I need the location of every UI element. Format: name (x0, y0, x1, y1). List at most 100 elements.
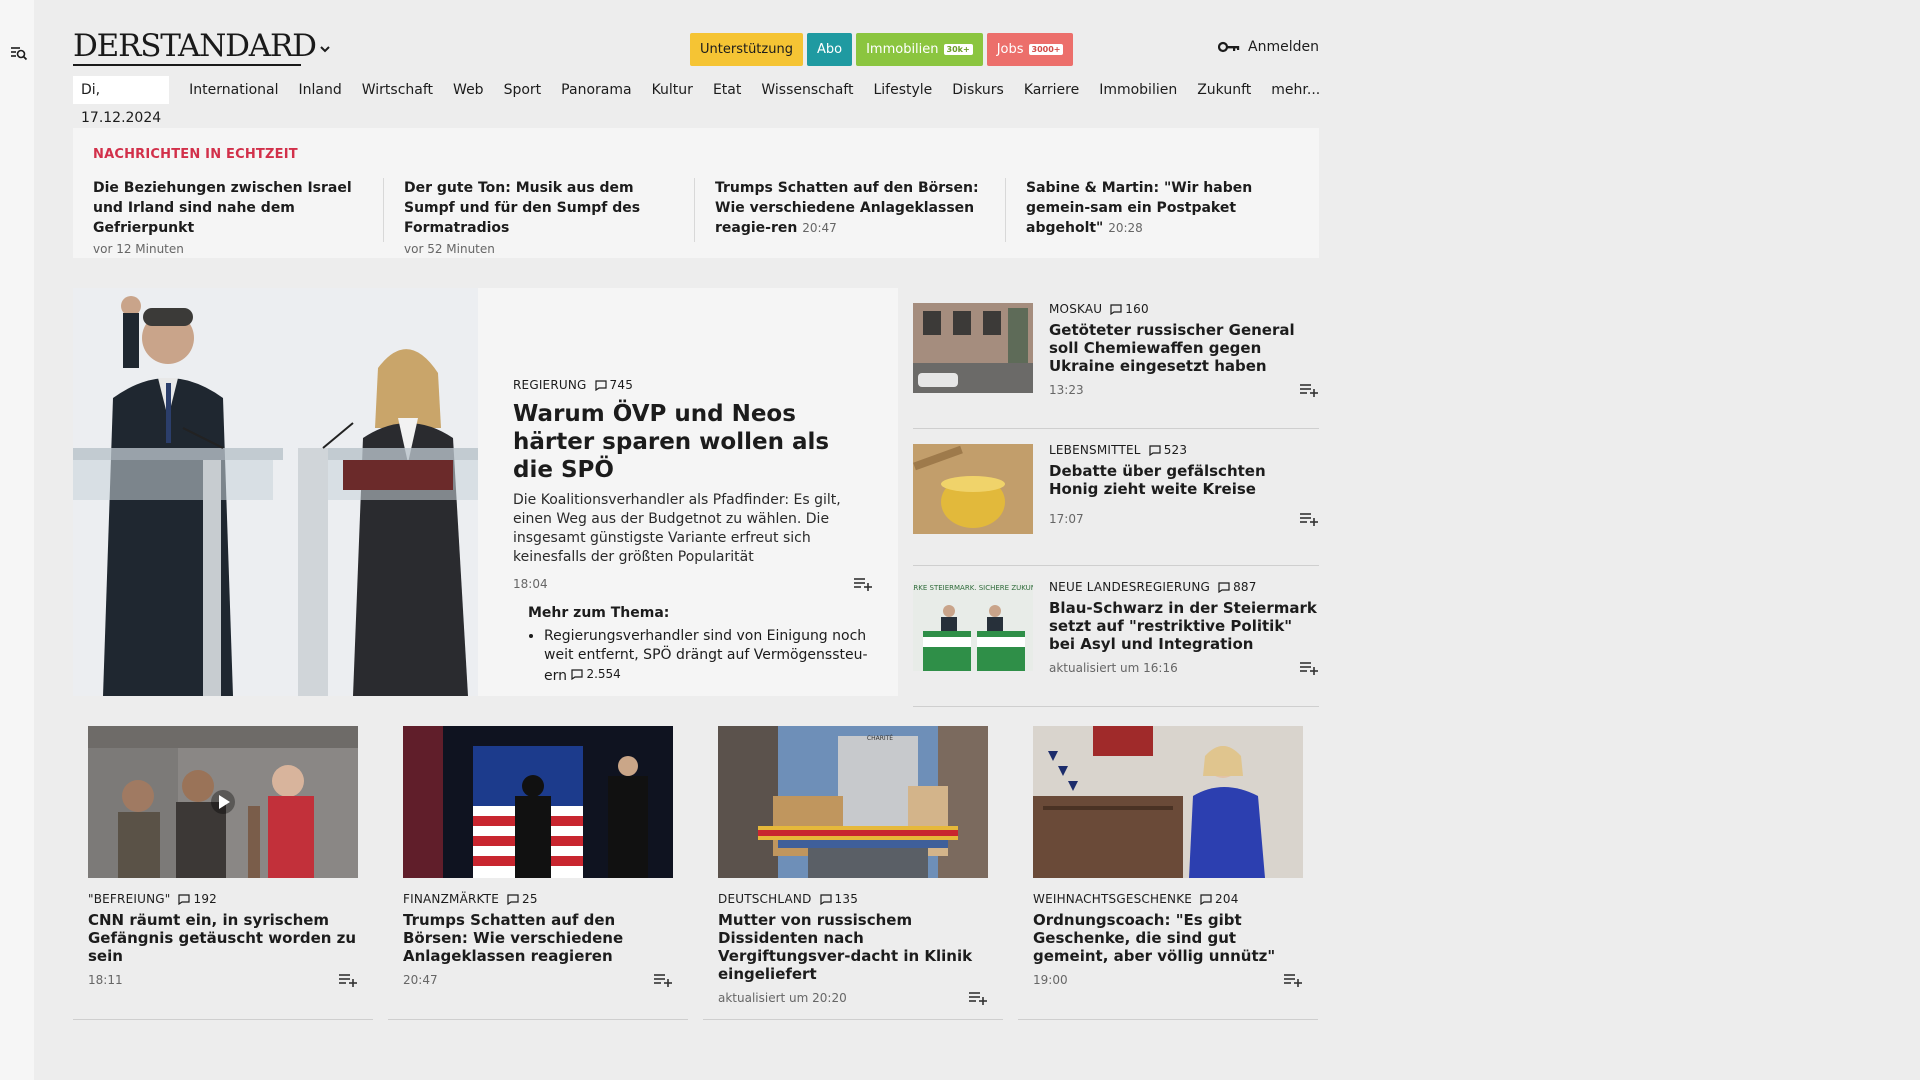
card-headline[interactable]: CNN räumt ein, in syrischem Gefängnis ge… (88, 911, 358, 965)
live-news-item[interactable]: Der gute Ton: Musik aus dem Sumpf und fü… (404, 178, 695, 256)
nav-item-etat[interactable]: Etat (713, 76, 741, 104)
card-time: aktualisiert um 20:20 (718, 991, 847, 1005)
logo[interactable]: DERSTANDARD (73, 28, 317, 64)
side-story[interactable]: STARKE STEIERMARK. SICHERE ZUKUNFT. NEUE… (913, 566, 1319, 707)
comment-count-value: 745 (609, 378, 634, 392)
side-headline[interactable]: Getöteter russischer General soll Chemie… (1049, 321, 1319, 375)
comment-icon (178, 893, 191, 905)
nav-item-immobilien[interactable]: Immobilien (1099, 76, 1177, 104)
side-kicker[interactable]: MOSKAU (1049, 302, 1102, 316)
card-kicker[interactable]: WEIHNACHTSGESCHENKE (1033, 892, 1192, 906)
side-time: 17:07 (1049, 512, 1084, 526)
story-card[interactable]: FINANZMÄRKTE 25 Trumps Schatten auf den … (388, 726, 688, 1020)
nav-item-karriere[interactable]: Karriere (1024, 76, 1079, 104)
lead-story-content: REGIERUNG 745 Warum ÖVP und Neos härter … (513, 378, 873, 686)
story-image-city[interactable]: CHARITÉ (718, 726, 988, 878)
story-image-portrait[interactable] (1033, 726, 1303, 878)
card-time: 19:00 (1033, 973, 1068, 987)
side-kicker[interactable]: LEBENSMITTEL (1049, 443, 1141, 457)
lead-headline[interactable]: Warum ÖVP und Neos härter sparen wollen … (513, 400, 873, 484)
card-kicker[interactable]: FINANZMÄRKTE (403, 892, 499, 906)
nav-item-wirtschaft[interactable]: Wirtschaft (362, 76, 433, 104)
add-to-list-icon[interactable] (653, 973, 673, 987)
story-card[interactable]: "BEFREIUNG" 192 CNN räumt ein, in syrisc… (73, 726, 373, 1020)
card-kicker[interactable]: "BEFREIUNG" (88, 892, 170, 906)
press-conference-illustration (73, 288, 478, 696)
live-news-item[interactable]: Sabine & Martin: "Wir haben gemein-sam e… (1026, 178, 1296, 242)
card-headline[interactable]: Ordnungscoach: "Es gibt Geschenke, die s… (1033, 911, 1303, 965)
live-news-item[interactable]: Die Beziehungen zwischen Israel und Irla… (93, 178, 384, 256)
live-news-headline: Der gute Ton: Musik aus dem Sumpf und fü… (404, 180, 641, 236)
chevron-down-icon[interactable] (318, 44, 332, 54)
nav-item-lifestyle[interactable]: Lifestyle (873, 76, 932, 104)
live-news-time: vor 52 Minuten (404, 242, 495, 256)
nav-item-sport[interactable]: Sport (504, 76, 542, 104)
story-image-flag-stage[interactable] (403, 726, 673, 878)
comment-count[interactable]: 160 (1110, 302, 1149, 316)
lead-kicker-row: REGIERUNG 745 (513, 378, 873, 392)
side-story[interactable]: MOSKAU 160 Getöteter russischer General … (913, 288, 1319, 429)
nav-item-panorama[interactable]: Panorama (561, 76, 631, 104)
add-to-list-icon[interactable] (1299, 512, 1319, 526)
card-kicker-row: FINANZMÄRKTE 25 (403, 892, 673, 906)
key-icon (1218, 41, 1240, 53)
story-image-video[interactable] (88, 726, 358, 878)
card-kicker-row: "BEFREIUNG" 192 (88, 892, 358, 906)
comment-count[interactable]: 523 (1149, 443, 1188, 457)
lead-story[interactable]: REGIERUNG 745 Warum ÖVP und Neos härter … (73, 288, 898, 696)
side-story[interactable]: LEBENSMITTEL 523 Debatte über gefälschte… (913, 429, 1319, 566)
add-to-list-icon[interactable] (338, 973, 358, 987)
search-menu-icon[interactable] (10, 44, 28, 62)
nav-item-web[interactable]: Web (453, 76, 484, 104)
live-news-title: NACHRICHTEN IN ECHTZEIT (93, 147, 298, 162)
card-kicker-row: WEIHNACHTSGESCHENKE 204 (1033, 892, 1303, 906)
card-kicker[interactable]: DEUTSCHLAND (718, 892, 812, 906)
comment-count[interactable]: 25 (507, 892, 538, 906)
comment-count-value: 160 (1125, 302, 1149, 316)
story-card[interactable]: WEIHNACHTSGESCHENKE 204 Ordnungscoach: "… (1018, 726, 1318, 1020)
lead-story-image[interactable] (73, 288, 478, 696)
immobilien-button[interactable]: Immobilien 30k+ (856, 33, 983, 66)
add-to-list-icon[interactable] (1283, 973, 1303, 987)
nav-item-international[interactable]: International (189, 76, 278, 104)
story-image-honey[interactable] (913, 444, 1033, 534)
side-kicker[interactable]: NEUE LANDESREGIERUNG (1049, 580, 1210, 594)
card-headline[interactable]: Mutter von russischem Dissidenten nach V… (718, 911, 988, 983)
story-image-press[interactable]: STARKE STEIERMARK. SICHERE ZUKUNFT. (913, 581, 1033, 671)
comment-count[interactable]: 2.554 (571, 665, 621, 684)
card-time: 20:47 (403, 973, 438, 987)
nav-item-more[interactable]: mehr... (1271, 76, 1320, 104)
comment-count[interactable]: 192 (178, 892, 217, 906)
support-button[interactable]: Unterstützung (690, 33, 803, 66)
nav-item-diskurs[interactable]: Diskurs (952, 76, 1004, 104)
nav-item-zukunft[interactable]: Zukunft (1197, 76, 1251, 104)
comment-count-value: 523 (1163, 443, 1188, 457)
side-kicker-row: MOSKAU 160 (1049, 302, 1319, 316)
comment-count-value: 204 (1215, 892, 1239, 906)
abo-button[interactable]: Abo (806, 33, 853, 66)
story-image-building[interactable] (913, 303, 1033, 393)
comment-count[interactable]: 135 (819, 892, 859, 906)
add-to-list-icon[interactable] (1299, 661, 1319, 675)
side-headline[interactable]: Blau-Schwarz in der Steiermark setzt auf… (1049, 599, 1319, 653)
story-card-text: "BEFREIUNG" 192 CNN räumt ein, in syrisc… (88, 892, 358, 987)
add-to-list-icon[interactable] (1299, 383, 1319, 397)
comment-count[interactable]: 745 (594, 378, 634, 392)
login-button[interactable]: Anmelden (1218, 39, 1319, 55)
nav-item-wissenschaft[interactable]: Wissenschaft (761, 76, 853, 104)
comment-count[interactable]: 887 (1218, 580, 1257, 594)
add-to-list-icon[interactable] (968, 991, 988, 1005)
nav-item-inland[interactable]: Inland (299, 76, 342, 104)
image-caption-text: CHARITÉ (867, 734, 893, 742)
add-to-list-icon[interactable] (853, 577, 873, 591)
comment-icon (1218, 581, 1230, 593)
nav-item-kultur[interactable]: Kultur (652, 76, 693, 104)
card-headline[interactable]: Trumps Schatten auf den Börsen: Wie vers… (403, 911, 673, 965)
jobs-button[interactable]: Jobs 3000+ (986, 33, 1074, 66)
live-news-item[interactable]: Trumps Schatten auf den Börsen: Wie vers… (715, 178, 1006, 242)
story-card[interactable]: CHARITÉ DEUTSCHLAND 135 Mutter von russi… (703, 726, 1003, 1020)
lead-kicker[interactable]: REGIERUNG (513, 378, 587, 392)
comment-count[interactable]: 204 (1200, 892, 1239, 906)
related-item[interactable]: Regierungsverhandler sind von Einigung n… (544, 627, 873, 686)
side-headline[interactable]: Debatte über gefälschten Honig zieht wei… (1049, 462, 1319, 498)
